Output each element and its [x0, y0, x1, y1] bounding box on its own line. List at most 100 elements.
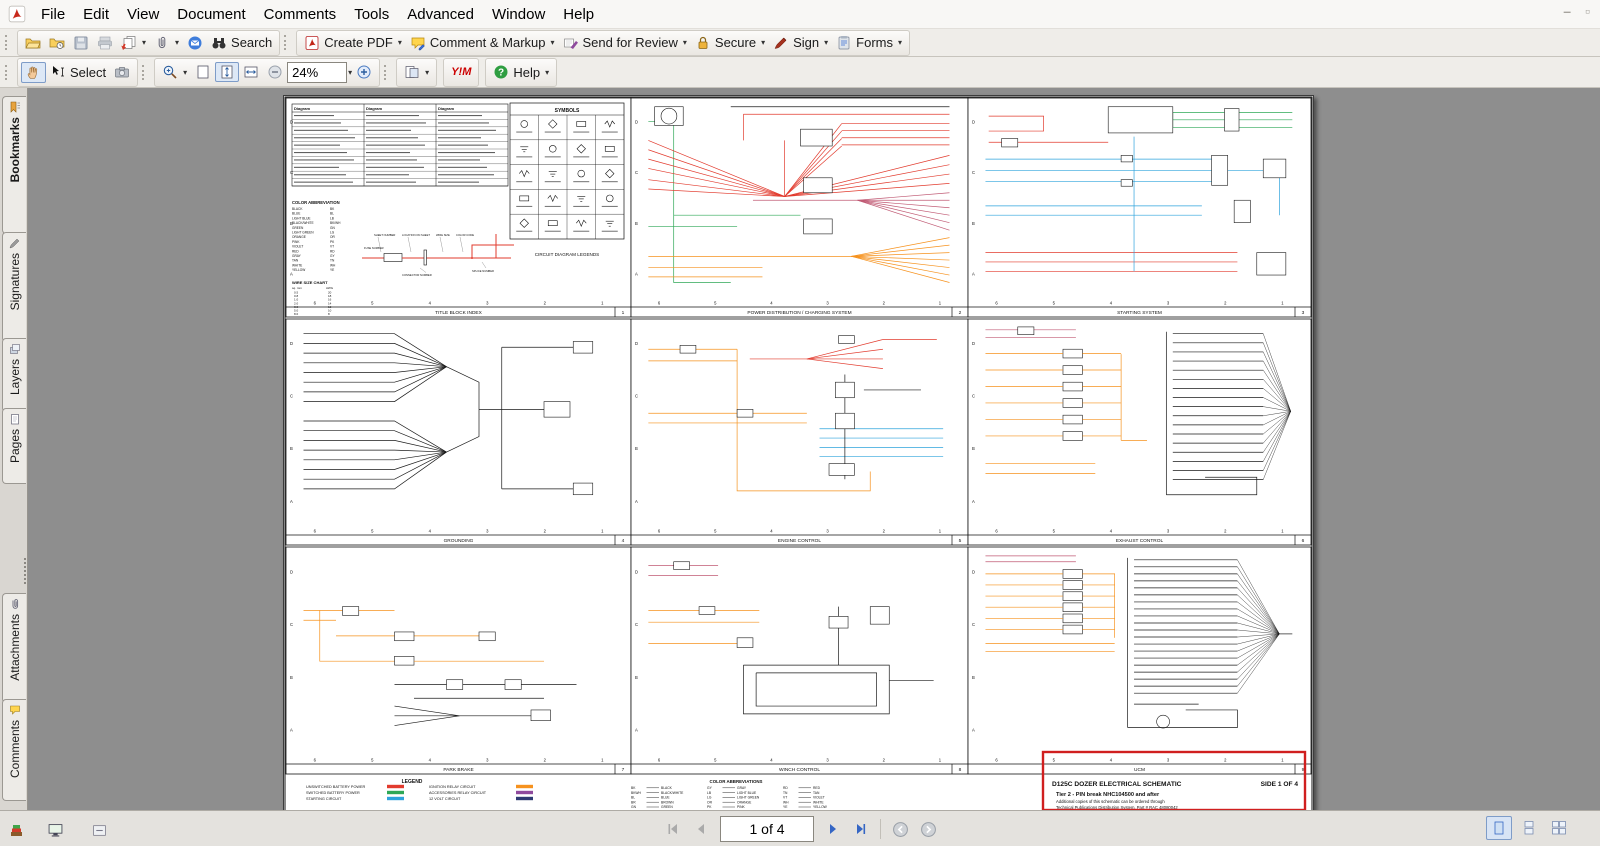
first-page-button[interactable] — [660, 817, 686, 841]
ruler-row-label: C — [972, 170, 975, 175]
select-tool-button[interactable]: Select — [46, 62, 110, 82]
yahoo-messenger-button[interactable]: Y!M — [447, 64, 475, 80]
file-tool-group: ▾ ▾ Search — [17, 30, 280, 56]
toolbar-grip[interactable] — [5, 35, 11, 50]
menu-window[interactable]: Window — [483, 3, 554, 26]
color-abbrev-name: BLUE — [661, 796, 670, 800]
sidebar-tab-comments[interactable]: Comments — [2, 699, 26, 801]
ruler-row-label: D — [635, 569, 638, 574]
color-abbrev-code: BR — [631, 800, 636, 804]
magnifier-icon — [162, 64, 178, 80]
single-page-layout-button[interactable] — [1486, 816, 1512, 840]
circuit-diagram-legends-caption: CIRCUIT DIAGRAM LEGENDS — [535, 252, 600, 257]
menu-file[interactable]: File — [32, 3, 74, 26]
open-button[interactable] — [21, 33, 45, 53]
help-label: Help — [513, 65, 540, 80]
menu-advanced[interactable]: Advanced — [398, 3, 483, 26]
toolbar-grip[interactable] — [5, 65, 11, 80]
facing-layout-button[interactable] — [1546, 816, 1572, 840]
menu-comments[interactable]: Comments — [255, 3, 346, 26]
drawer-button[interactable] — [86, 818, 112, 842]
color-abbrev-code: LG — [330, 231, 335, 235]
forms-label: Forms — [856, 35, 893, 50]
menu-document[interactable]: Document — [168, 3, 254, 26]
fit-page-button[interactable] — [215, 62, 239, 82]
next-view-icon — [920, 821, 937, 838]
secure-button[interactable]: Secure▾ — [691, 33, 769, 53]
page-number-input[interactable] — [720, 816, 814, 842]
attach-button[interactable]: ▾ — [150, 33, 183, 53]
next-view-button[interactable] — [915, 817, 941, 841]
hand-tool-button[interactable] — [21, 62, 46, 83]
organizer-button[interactable] — [45, 33, 69, 53]
ruler-row-label: C — [635, 170, 638, 175]
toolbar-grip[interactable] — [142, 65, 148, 80]
previous-view-button[interactable] — [887, 817, 913, 841]
print-button[interactable] — [93, 33, 117, 53]
combine-files-button[interactable]: ▾ — [117, 33, 150, 53]
dropdown-caret: ▾ — [824, 38, 828, 47]
actual-size-icon — [195, 64, 211, 80]
title-block-line3: Additional copies of this schematic can … — [1056, 799, 1165, 804]
attachments-icon — [9, 598, 21, 610]
create-pdf-button[interactable]: Create PDF▾ — [300, 33, 406, 53]
color-abbrev-name: VIOLET — [292, 245, 303, 249]
zoom-tool-button[interactable]: ▾ — [158, 62, 191, 82]
sidebar-tab-signatures[interactable]: Signatures — [2, 232, 26, 342]
forms-button[interactable]: Forms▾ — [832, 33, 906, 53]
page-display-button[interactable]: ▾ — [400, 62, 433, 82]
svg-text:SHEET NUMBER: SHEET NUMBER — [374, 233, 395, 237]
fit-width-button[interactable] — [239, 62, 263, 82]
model-tree-icon[interactable] — [10, 823, 24, 837]
next-page-button[interactable] — [820, 817, 846, 841]
ruler-row-label: D — [972, 120, 975, 125]
minimize-icon[interactable]: – — [1563, 3, 1571, 19]
comment-markup-button[interactable]: Comment & Markup▾ — [406, 33, 559, 53]
panel-number: 1 — [622, 310, 625, 316]
menu-view[interactable]: View — [118, 3, 168, 26]
ruler-row-label: A — [972, 499, 975, 504]
continuous-layout-button[interactable] — [1516, 816, 1542, 840]
zoom-in-button[interactable] — [352, 62, 376, 82]
sidebar-tab-label: Pages — [8, 429, 22, 463]
toolbar-grip[interactable] — [284, 35, 290, 50]
sidebar-tab-bookmarks[interactable]: Bookmarks — [2, 96, 26, 234]
sidebar-tab-attachments[interactable]: Attachments — [2, 593, 26, 703]
sidebar-tab-pages[interactable]: Pages — [2, 408, 26, 484]
sign-button[interactable]: Sign▾ — [769, 33, 832, 53]
last-page-button[interactable] — [848, 817, 874, 841]
color-abbrev-name: BLUE — [292, 212, 300, 216]
send-for-review-button[interactable]: Send for Review▾ — [559, 33, 691, 53]
previous-page-button[interactable] — [688, 817, 714, 841]
sidebar-tab-layers[interactable]: Layers — [2, 338, 26, 412]
menu-edit[interactable]: Edit — [74, 3, 118, 26]
schematic-panel-7: PARK BRAKE7654321DCBA — [286, 547, 631, 774]
email-button[interactable] — [183, 33, 207, 53]
menu-bar: FileEditViewDocumentCommentsToolsAdvance… — [0, 0, 1600, 29]
toolbar-grip[interactable] — [384, 65, 390, 80]
legend-item-label: SWITCHED BATTERY POWER — [306, 791, 360, 795]
save-button[interactable] — [69, 33, 93, 53]
svg-text:WIRE SIZE: WIRE SIZE — [436, 233, 450, 237]
panel-number: 4 — [622, 538, 625, 544]
actual-size-button[interactable] — [191, 62, 215, 82]
color-abbrev-name: BLACK — [661, 786, 673, 790]
ruler-row-label: D — [290, 341, 293, 346]
comment-markup-icon — [410, 35, 426, 51]
zoom-level-input[interactable] — [287, 62, 347, 83]
screen-mode-button[interactable] — [42, 818, 68, 842]
dropdown-caret: ▾ — [183, 68, 187, 77]
schematic-panel-9: UCM9654321DCBA — [968, 547, 1311, 774]
menu-tools[interactable]: Tools — [345, 3, 398, 26]
snapshot-tool-button[interactable] — [110, 62, 134, 82]
help-button[interactable]: ?Help▾ — [489, 62, 553, 82]
color-abbrev-name: YELLOW — [292, 268, 305, 272]
combine-files-icon — [121, 35, 137, 51]
ruler-row-label: D — [972, 569, 975, 574]
panel-title: EXHAUST CONTROL — [1116, 538, 1164, 544]
menu-help[interactable]: Help — [554, 3, 603, 26]
legend-color-bar — [387, 785, 404, 788]
search-button[interactable]: Search — [207, 33, 276, 53]
zoom-out-button[interactable] — [263, 62, 287, 82]
restore-icon[interactable]: ▫ — [1585, 3, 1590, 19]
